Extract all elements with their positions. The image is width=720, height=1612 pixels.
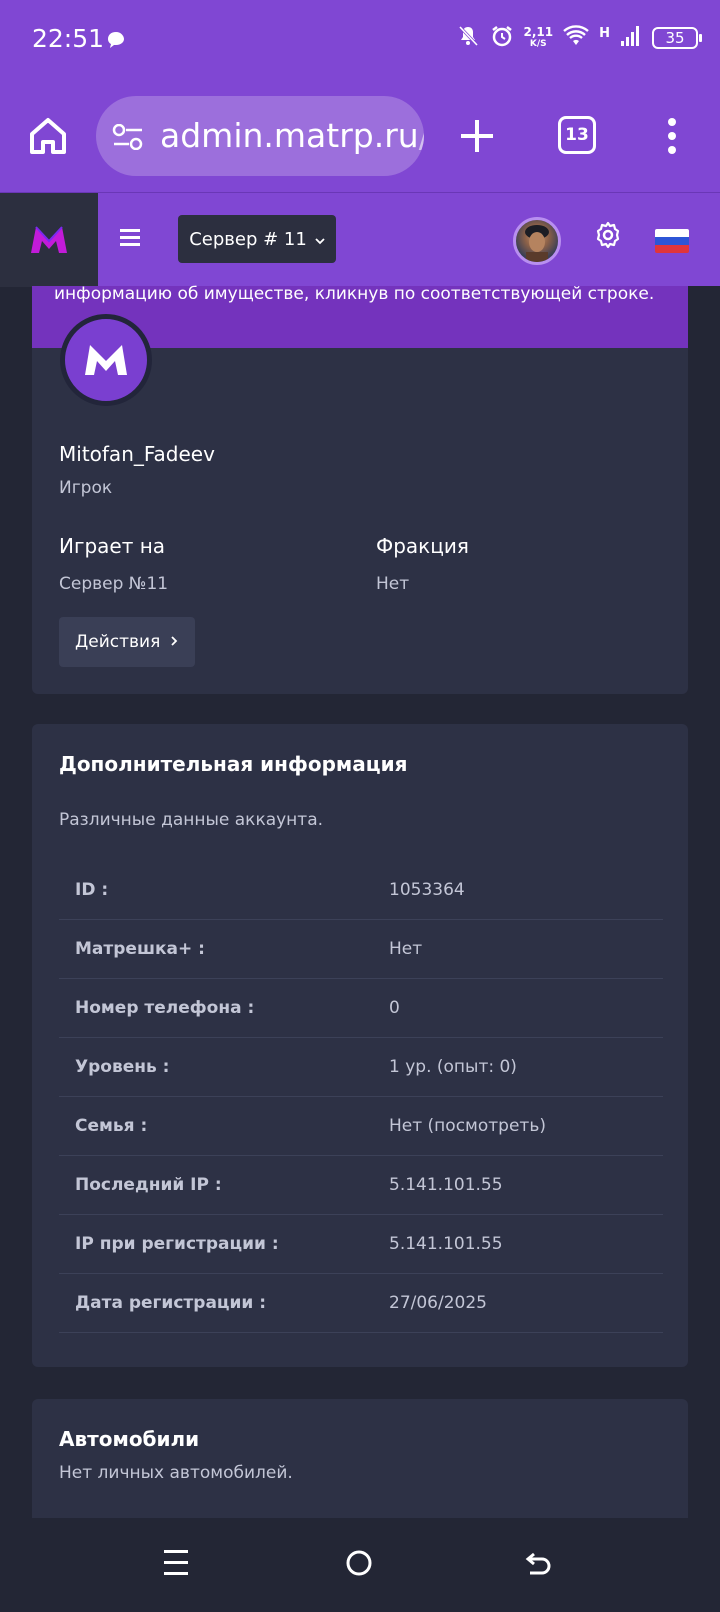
row-value: 27/06/2025: [389, 1293, 487, 1313]
row-key: Номер телефона :: [75, 998, 255, 1018]
address-bar[interactable]: admin.matrp.ru/|: [96, 96, 424, 176]
wifi-icon: [563, 25, 589, 51]
table-row: Матрешка+ : Нет: [59, 920, 663, 979]
faction-block: Фракция Нет: [376, 534, 469, 594]
new-tab-icon[interactable]: [455, 114, 499, 158]
table-row: Номер телефона : 0: [59, 979, 663, 1038]
row-value: 1053364: [389, 880, 465, 900]
browser-toolbar: admin.matrp.ru/| 13: [0, 84, 720, 192]
profile-hint: информацию об имуществе, кликнув по соот…: [54, 284, 655, 304]
cars-card: Автомобили Нет личных автомобилей.: [32, 1399, 688, 1519]
server-selector-label: Сервер # 11: [189, 228, 307, 250]
language-flag-ru[interactable]: [655, 229, 689, 253]
actions-button-label: Действия: [75, 632, 161, 652]
status-bar: 22:51 2,11 K/S H 35: [0, 0, 720, 84]
user-avatar[interactable]: [513, 217, 561, 265]
profile-card: Mitofan_Fadeev Игрок Играет на Сервер №1…: [32, 314, 688, 694]
table-row: Последний IP : 5.141.101.55: [59, 1156, 663, 1215]
table-row: Уровень : 1 ур. (опыт: 0): [59, 1038, 663, 1097]
row-key: IP при регистрации :: [75, 1234, 279, 1254]
row-value: 0: [389, 998, 400, 1018]
network-speed: 2,11 K/S: [523, 25, 554, 49]
hamburger-menu-icon[interactable]: [120, 227, 144, 249]
row-key: Дата регистрации :: [75, 1293, 267, 1313]
plays-on-block: Играет на Сервер №11: [59, 534, 168, 594]
row-value: 5.141.101.55: [389, 1234, 503, 1254]
additional-info-card: Дополнительная информация Различные данн…: [32, 724, 688, 1367]
faction-value: Нет: [376, 574, 410, 594]
plays-on-label: Играет на: [59, 534, 166, 558]
plays-on-value: Сервер №11: [59, 574, 169, 594]
back-icon[interactable]: [524, 1548, 560, 1584]
table-row: ID : 1053364: [59, 861, 663, 920]
row-key: Уровень :: [75, 1057, 170, 1077]
row-value: Нет: [389, 939, 423, 959]
network-type: H: [599, 25, 610, 41]
site-header: Сервер # 11: [0, 192, 720, 287]
recent-apps-icon[interactable]: [162, 1548, 198, 1584]
row-key: Последний IP :: [75, 1175, 222, 1195]
alarm-icon: [490, 24, 514, 52]
more-menu-icon[interactable]: [662, 116, 682, 156]
row-key: Матрешка+ :: [75, 939, 205, 959]
site-settings-icon[interactable]: [112, 123, 144, 154]
faction-label: Фракция: [376, 534, 469, 558]
row-value: 1 ур. (опыт: 0): [389, 1057, 517, 1077]
url-text: admin.matrp.ru/|: [160, 116, 424, 155]
chevron-down-icon: [315, 229, 325, 250]
table-row[interactable]: Семья : Нет (посмотреть): [59, 1097, 663, 1156]
tab-switcher-button[interactable]: 13: [558, 116, 596, 154]
chevron-right-icon: [170, 632, 178, 652]
mute-icon: [456, 24, 480, 52]
actions-button[interactable]: Действия: [59, 617, 195, 667]
family-link[interactable]: Нет (посмотреть): [389, 1116, 546, 1136]
home-circle-icon[interactable]: [344, 1548, 380, 1584]
cars-title: Автомобили: [59, 1427, 200, 1451]
server-selector[interactable]: Сервер # 11: [178, 215, 336, 263]
settings-gear-icon[interactable]: [594, 221, 622, 249]
message-notification-icon: [106, 30, 126, 54]
signal-icon: [620, 25, 642, 51]
table-row: IP при регистрации : 5.141.101.55: [59, 1215, 663, 1274]
additional-info-subtitle: Различные данные аккаунта.: [59, 810, 324, 830]
battery-indicator: 35: [652, 27, 702, 49]
account-info-table: ID : 1053364 Матрешка+ : Нет Номер телеф…: [59, 861, 663, 1333]
table-row: Дата регистрации : 27/06/2025: [59, 1274, 663, 1333]
row-key: ID :: [75, 880, 109, 900]
profile-role: Игрок: [59, 478, 113, 498]
profile-avatar: [60, 314, 152, 406]
additional-info-title: Дополнительная информация: [59, 752, 408, 776]
home-icon[interactable]: [26, 114, 70, 158]
system-nav-bar: [0, 1518, 720, 1612]
cars-empty-text: Нет личных автомобилей.: [59, 1463, 293, 1483]
row-value: 5.141.101.55: [389, 1175, 503, 1195]
row-key: Семья :: [75, 1116, 148, 1136]
site-logo[interactable]: [0, 193, 98, 287]
profile-name: Mitofan_Fadeev: [59, 442, 215, 466]
clock: 22:51: [32, 24, 105, 53]
